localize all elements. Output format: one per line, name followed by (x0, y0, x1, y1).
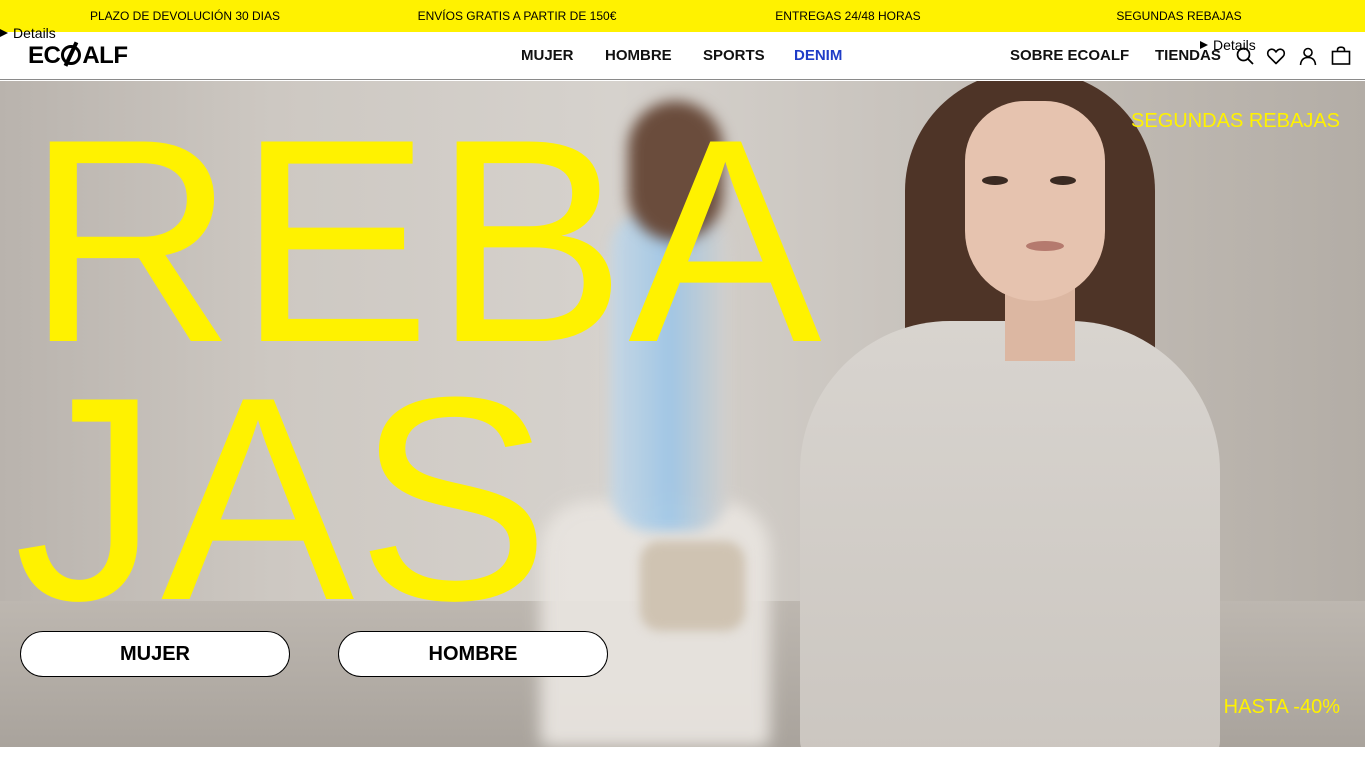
nav-sobre-ecoalf[interactable]: SOBRE ECOALF (1010, 47, 1129, 65)
hero-photo-model-sweater (800, 321, 1220, 747)
hero-tag-segundas-rebajas: SEGUNDAS REBAJAS (1131, 110, 1340, 132)
heart-icon[interactable] (1266, 46, 1286, 66)
nav-sports[interactable]: SPORTS (703, 47, 765, 65)
hero-tag-discount: HASTA -40% (1223, 696, 1340, 718)
disclosure-triangle-icon (0, 29, 8, 37)
bag-icon[interactable] (1331, 46, 1351, 66)
promo-item-returns: PLAZO DE DEVOLUCIÓN 30 DIAS (89, 9, 281, 23)
hero-photo-model-lips (1026, 241, 1064, 251)
hero-photo-walker-bag (640, 541, 745, 631)
logo-text-prefix: EC (28, 42, 61, 69)
hero-photo-model-face (965, 101, 1105, 301)
logo-text-suffix: ALF (82, 42, 128, 69)
hero-banner[interactable]: REBA JAS SEGUNDAS REBAJAS HASTA -40% MUJ… (0, 81, 1365, 747)
details-toggle-right[interactable]: Details (1200, 37, 1256, 53)
ecoalf-logo[interactable]: EC ALF (28, 43, 128, 69)
nav-hombre[interactable]: HOMBRE (605, 47, 672, 65)
details-toggle-left[interactable]: Details (0, 25, 56, 41)
details-label: Details (13, 25, 56, 41)
shop-mujer-button[interactable]: MUJER (20, 631, 290, 677)
hero-title-line2: JAS (14, 337, 552, 661)
nav-denim[interactable]: DENIM (794, 47, 842, 65)
nav-mujer[interactable]: MUJER (521, 47, 574, 65)
user-icon[interactable] (1298, 46, 1318, 66)
promo-item-delivery: ENTREGAS 24/48 HORAS (775, 9, 921, 23)
details-label: Details (1213, 37, 1256, 53)
hero-photo-model-eye (982, 176, 1008, 185)
shop-hombre-button[interactable]: HOMBRE (338, 631, 608, 677)
promo-item-free-shipping: ENVÍOS GRATIS A PARTIR DE 150€ (417, 9, 617, 23)
logo-o-mark-icon (61, 45, 82, 65)
promo-item-sales: SEGUNDAS REBAJAS (1116, 9, 1242, 23)
hero-photo-model-eye (1050, 176, 1076, 185)
disclosure-triangle-icon (1200, 41, 1208, 49)
promo-bar: PLAZO DE DEVOLUCIÓN 30 DIAS ENVÍOS GRATI… (0, 0, 1365, 32)
